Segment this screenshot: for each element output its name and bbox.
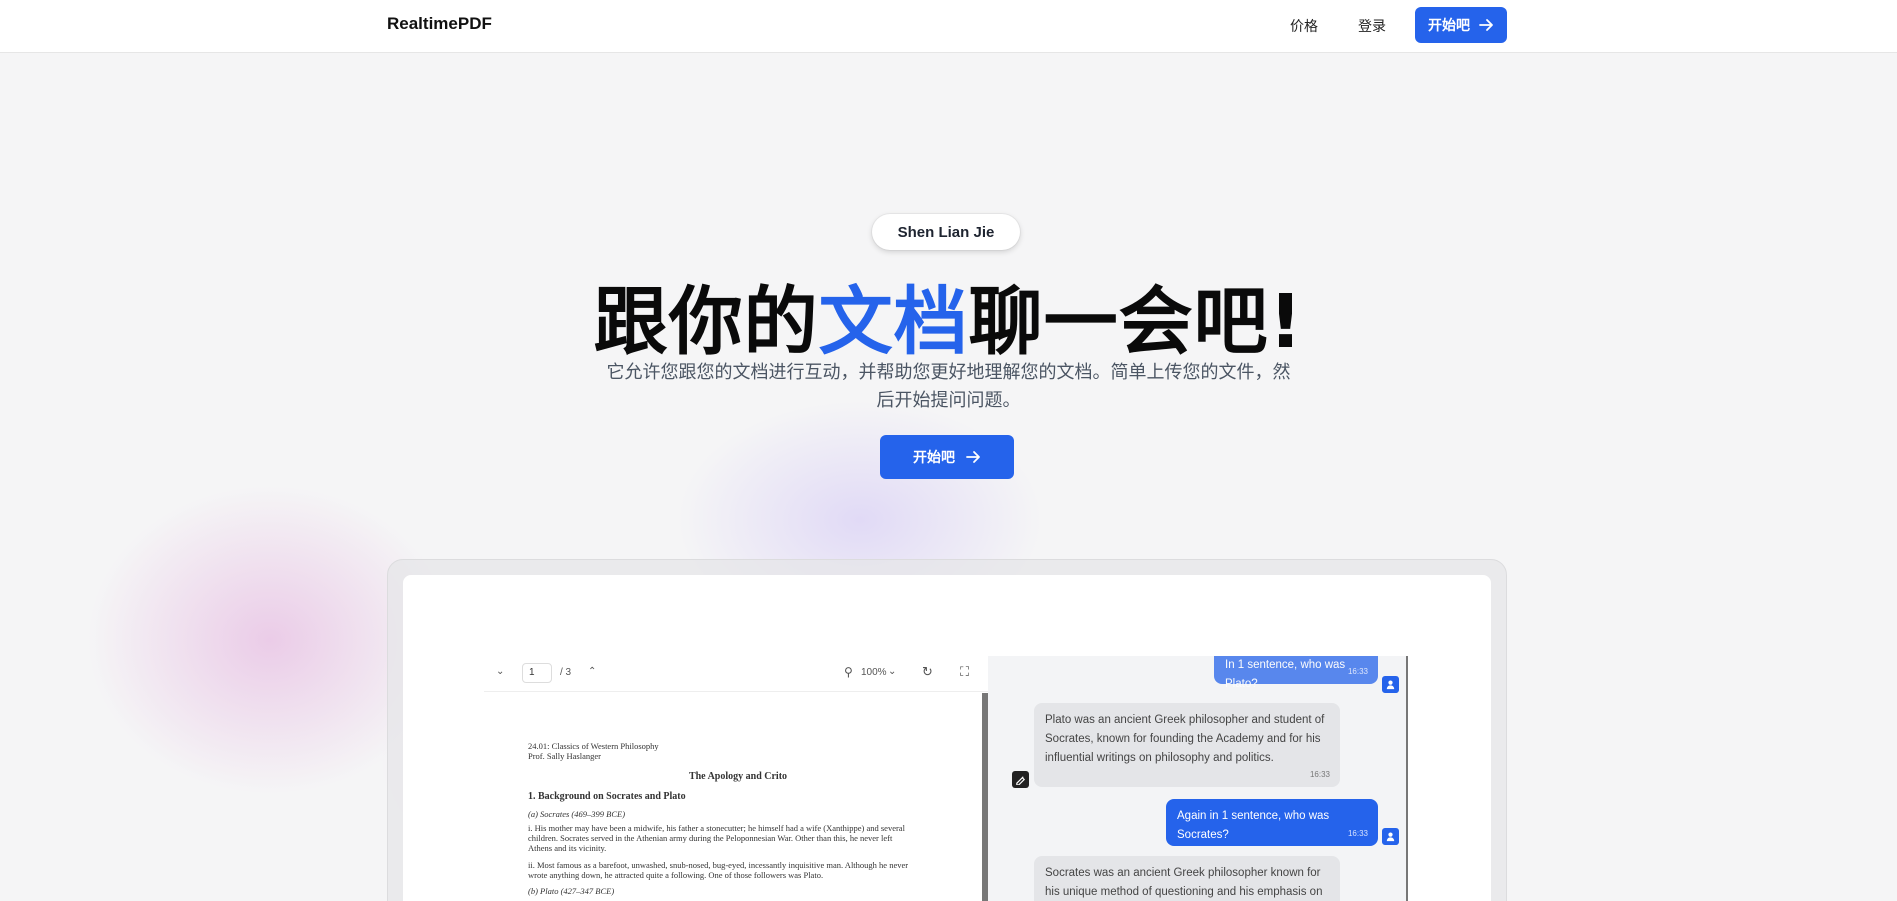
zoom-select[interactable]: 100% (861, 667, 887, 678)
hero-headline: 跟你的文档聊一会吧! (0, 262, 1897, 369)
pdf-section-heading: 1. Background on Socrates and Plato (528, 791, 686, 802)
headline-part-1: 跟你的 (593, 279, 819, 365)
chat-message-bot: Plato was an ancient Greek philosopher a… (1034, 703, 1340, 787)
hero-get-started-button[interactable]: 开始吧 (880, 435, 1014, 479)
fullscreen-icon[interactable]: ⛶ (960, 664, 969, 680)
nav-pricing-link[interactable]: 价格 (1290, 16, 1318, 36)
pdf-line: Prof. Sally Haslanger (528, 751, 601, 761)
brand-logo[interactable]: RealtimePDF (387, 14, 492, 34)
nav-get-started-label: 开始吧 (1428, 17, 1470, 33)
message-text: In 1 sentence, who was Plato? (1225, 659, 1346, 690)
pdf-line: i. His mother may have been a midwife, h… (528, 823, 905, 833)
pdf-line: wrote anything down, he attracted quite … (528, 870, 824, 880)
pdf-line: (a) Socrates (469–399 BCE) (528, 809, 626, 819)
message-text: Plato was an ancient Greek philosopher a… (1045, 714, 1325, 764)
pdf-title: The Apology and Crito (688, 771, 788, 782)
arrow-right-icon (1479, 19, 1493, 31)
pdf-line: 24.01: Classics of Western Philosophy (528, 741, 659, 751)
bot-avatar-icon (1012, 771, 1029, 788)
navbar: RealtimePDF 价格 登录 开始吧 (0, 0, 1897, 53)
chat-message-bot: Socrates was an ancient Greek philosophe… (1034, 856, 1340, 901)
arrow-right-icon (966, 451, 980, 463)
message-text: Socrates was an ancient Greek philosophe… (1045, 867, 1323, 898)
chevron-down-icon[interactable]: ⌄ (496, 666, 504, 677)
hero-subtitle: 它允许您跟您的文档进行互动，并帮助您更好地理解您的文档。简单上传您的文件，然后开… (606, 362, 1291, 410)
message-text: Again in 1 sentence, who was Socrates? (1177, 810, 1330, 841)
pdf-toolbar: ⌄ 1 / 3 ⌃ ⚲ 100% ⌄ ↻ ⛶ (484, 656, 988, 692)
pdf-line: (b) Plato (427–347 BCE) (528, 886, 615, 896)
nav-get-started-button[interactable]: 开始吧 (1415, 7, 1507, 43)
user-avatar-icon (1382, 828, 1399, 845)
pdf-line: Athens and its vicinity. (528, 843, 607, 853)
author-badge: Shen Lian Jie (872, 214, 1020, 250)
pdf-page: 24.01: Classics of Western Philosophy Pr… (484, 693, 984, 901)
chevron-down-icon[interactable]: ⌄ (888, 666, 896, 677)
chat-message-user: Again in 1 sentence, who was Socrates? 1… (1166, 799, 1378, 846)
message-time: 16:33 (1347, 829, 1368, 838)
pdf-line: ii. Most famous as a barefoot, unwashed,… (528, 860, 909, 870)
search-icon: ⚲ (844, 665, 853, 679)
page-total: / 3 (560, 667, 572, 678)
message-time: 16:33 (1309, 770, 1330, 779)
pdf-line: children. Socrates served in the Athenia… (528, 833, 893, 843)
chat-panel: In 1 sentence, who was Plato? 16:33 Plat… (988, 656, 1408, 901)
user-avatar-icon (1382, 676, 1399, 693)
page-number-input[interactable]: 1 (522, 663, 552, 683)
headline-part-2: 聊一会吧! (968, 279, 1304, 365)
hero-get-started-label: 开始吧 (913, 449, 955, 465)
chat-message-user: In 1 sentence, who was Plato? 16:33 (1214, 656, 1378, 690)
chevron-up-icon[interactable]: ⌃ (588, 666, 596, 677)
nav-login-link[interactable]: 登录 (1358, 16, 1386, 36)
message-time: 16:33 (1347, 667, 1368, 676)
headline-highlight: 文档 (818, 279, 969, 365)
rotate-icon[interactable]: ↻ (922, 664, 933, 680)
